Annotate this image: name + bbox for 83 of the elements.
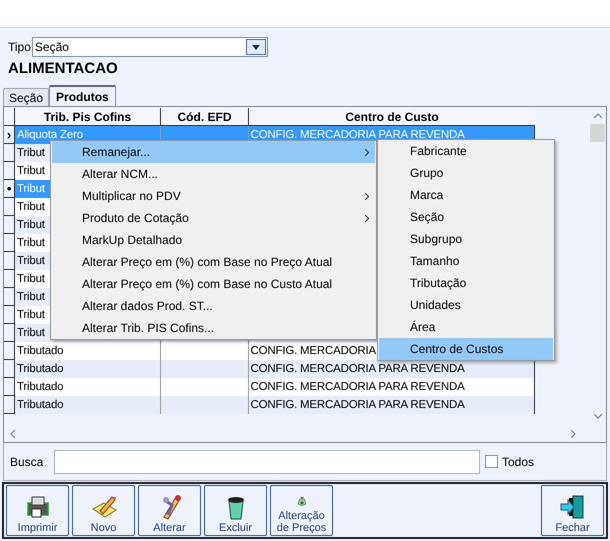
row-indicator[interactable] — [4, 270, 15, 288]
row-indicator[interactable] — [4, 144, 15, 162]
tab[interactable]: Seção — [3, 88, 50, 106]
scroll-thumb[interactable] — [590, 124, 605, 142]
table-row[interactable]: Tributado CONFIG. MERCADORIA PARA REVENDA — [4, 378, 534, 396]
section-heading: ALIMENTACAO — [7, 60, 119, 78]
row-indicator[interactable]: › — [4, 126, 15, 144]
row-indicator[interactable] — [4, 288, 15, 306]
checkbox-label: Todos — [502, 454, 534, 470]
checkbox[interactable] — [485, 455, 498, 468]
scroll-right-icon — [571, 430, 576, 438]
row-indicator[interactable] — [4, 324, 15, 342]
table-cell: CONFIG. MERCADORIA PARA REVENDA — [250, 129, 465, 141]
menu-item[interactable]: Seção — [379, 206, 553, 228]
table-cell: Tribut — [16, 183, 45, 195]
table-row[interactable]: Tributado CONFIG. MERCADORIA PARA REVENDA — [4, 396, 534, 414]
row-indicator[interactable] — [4, 198, 15, 216]
menu-item[interactable]: Centro de Custos — [379, 338, 553, 360]
table-cell: CONFIG. MERCADORIA PARA REVENDA — [250, 363, 465, 375]
table-cell: CONFIG. MERCADORIA — [250, 345, 376, 357]
row-indicator[interactable] — [4, 162, 15, 180]
column-header[interactable]: Centro de Custo — [249, 108, 535, 125]
toolbar-button[interactable]: Novo — [72, 485, 135, 536]
door-exit-icon — [558, 493, 586, 521]
menu-item[interactable]: Unidades — [379, 294, 553, 316]
table-cell: Tributado — [16, 381, 64, 393]
menu-item[interactable]: Tamanho — [379, 250, 553, 272]
search-field[interactable] — [54, 450, 480, 474]
toolbar-button[interactable]: Fechar — [541, 485, 604, 536]
type-dropdown[interactable]: Seção — [32, 37, 268, 57]
row-indicator[interactable] — [4, 252, 15, 270]
menu-item[interactable]: Alterar NCM... — [52, 163, 375, 185]
money-bag-icon — [294, 495, 308, 509]
menu-item[interactable]: Tributação — [379, 272, 553, 294]
column-header[interactable]: Trib. Pis Cofins — [15, 108, 161, 125]
table-cell: Tributado — [16, 345, 64, 357]
table-cell: Tributado — [16, 363, 64, 375]
table-cell: Aliquota Zero — [16, 129, 83, 141]
scroll-down-icon — [594, 414, 602, 419]
menu-item[interactable]: Alterar Preço em (%) com Base no Custo Atual — [52, 273, 375, 295]
table-cell: Tribut — [16, 165, 45, 177]
menu-item[interactable]: Subgrupo — [379, 228, 553, 250]
table-cell: Tribut — [16, 309, 45, 321]
row-indicator[interactable]: • — [4, 180, 15, 198]
table-cell: Tribut — [16, 273, 45, 285]
toolbar-button[interactable]: Alteração de Preços — [270, 485, 333, 536]
table-cell: CONFIG. MERCADORIA PARA REVENDA — [250, 381, 465, 393]
table-cell: Tribut — [16, 327, 45, 339]
column-header[interactable]: Cód. EFD — [161, 108, 249, 125]
row-indicator[interactable] — [4, 378, 15, 396]
table-cell: Tribut — [16, 255, 45, 267]
menu-item[interactable]: Marca — [379, 184, 553, 206]
row-indicator[interactable] — [4, 342, 15, 360]
table-cell: Tribut — [16, 219, 45, 231]
table-cell: Tribut — [16, 201, 45, 213]
scroll-up-icon — [594, 113, 602, 118]
table-row[interactable]: Tributado CONFIG. MERCADORIA PARA REVENDA — [4, 360, 534, 378]
menu-item[interactable]: Multiplicar no PDV — [52, 185, 375, 207]
menu-item[interactable]: Alterar dados Prod. ST... — [52, 295, 375, 317]
menu-item[interactable]: Produto de Cotação — [52, 207, 375, 229]
row-indicator[interactable] — [4, 306, 15, 324]
table-cell: CONFIG. MERCADORIA PARA REVENDA — [250, 399, 465, 411]
toolbar-button[interactable]: Alterar — [138, 485, 201, 536]
menu-item[interactable]: Grupo — [379, 162, 553, 184]
table-cell: Tributado — [16, 399, 64, 411]
row-indicator[interactable] — [4, 396, 15, 414]
field-label: Busca — [10, 454, 44, 470]
table-cell: Tribut — [16, 291, 45, 303]
table-cell: Tribut — [16, 237, 45, 249]
toolbar-button[interactable]: Excluir — [204, 485, 267, 536]
row-indicator[interactable] — [4, 216, 15, 234]
table-cell: Tribut — [16, 147, 45, 159]
menu-item[interactable]: MarkUp Detalhado — [52, 229, 375, 251]
menu-item[interactable]: Alterar Trib. PIS Cofins... — [52, 317, 375, 339]
field-label: Tipo — [8, 39, 31, 56]
menu-item[interactable]: Remanejar... — [52, 141, 375, 163]
row-indicator[interactable] — [4, 234, 15, 252]
toolbar-button[interactable]: Imprimir — [6, 485, 69, 536]
menu-item[interactable]: Área — [379, 316, 553, 338]
scroll-left-icon — [10, 430, 15, 438]
tab[interactable]: Produtos — [49, 85, 116, 106]
menu-item[interactable]: Alterar Preço em (%) com Base no Preço Atual — [52, 251, 375, 273]
row-indicator[interactable] — [4, 360, 15, 378]
